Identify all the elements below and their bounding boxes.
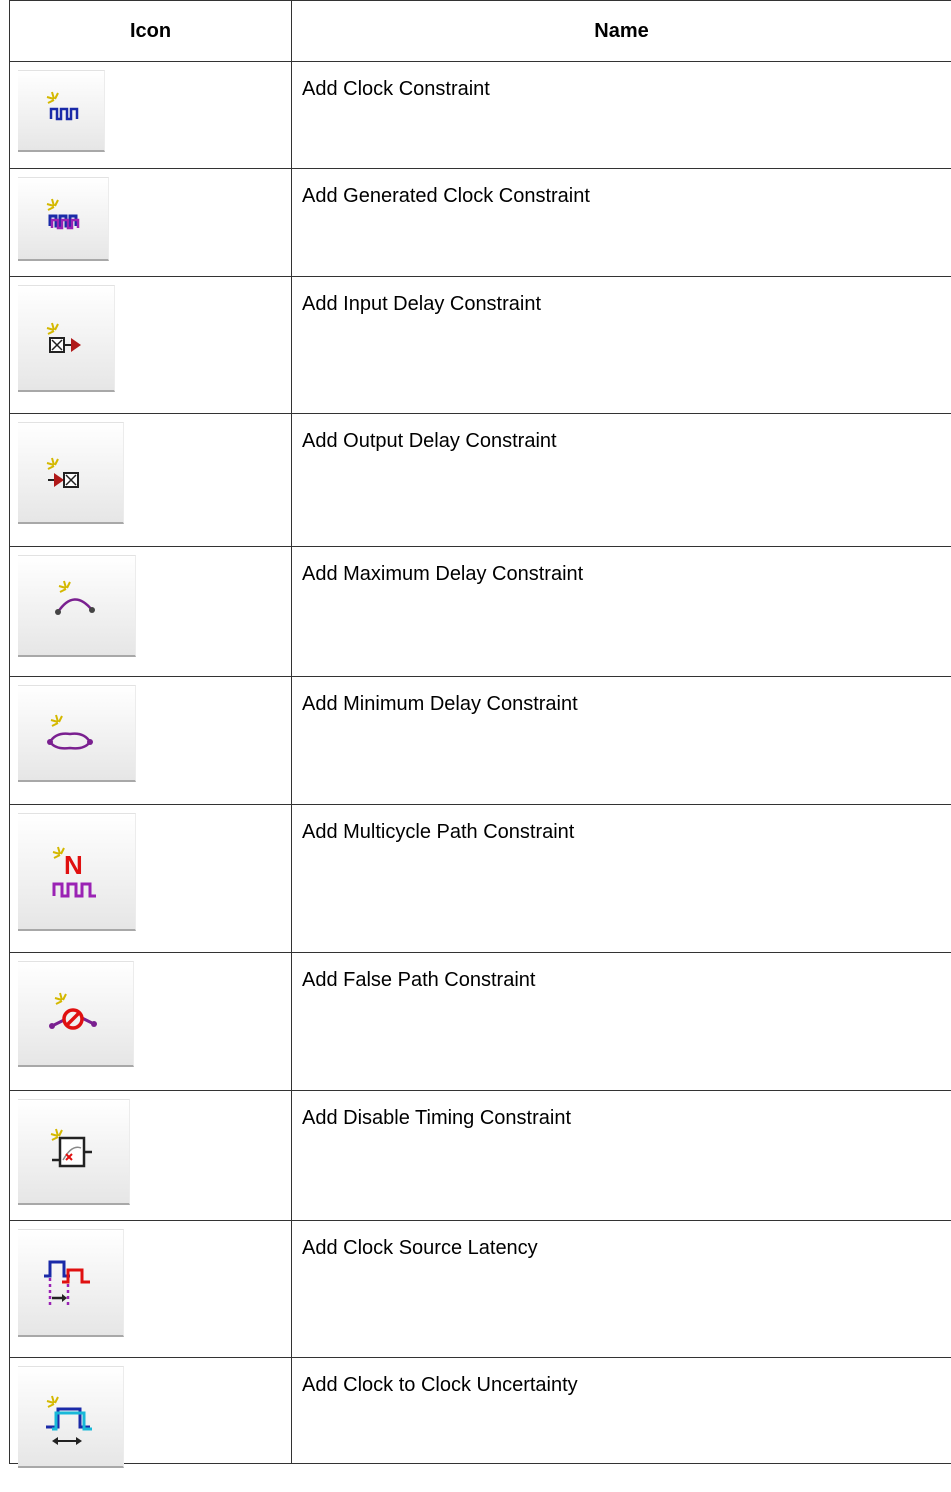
- minimum-delay-constraint-button[interactable]: [18, 685, 136, 782]
- output-delay-constraint-button[interactable]: [18, 422, 124, 524]
- table-row: Add Output Delay Constraint: [9, 413, 951, 547]
- clock-source-latency-button[interactable]: [18, 1229, 124, 1337]
- row-name: Add Clock Constraint: [291, 61, 951, 169]
- disable-timing-constraint-button[interactable]: [18, 1099, 130, 1205]
- table-row: Add Clock to Clock Uncertainty: [9, 1357, 951, 1468]
- table-row: N Add Multicycle Path Constraint: [9, 804, 951, 953]
- row-name: Add Input Delay Constraint: [291, 276, 951, 414]
- maximum-delay-icon: [55, 580, 95, 615]
- row-name: Add Output Delay Constraint: [291, 413, 951, 547]
- row-name: Add False Path Constraint: [291, 952, 951, 1091]
- icon-column-header: Icon: [9, 0, 292, 62]
- disable-timing-icon: [50, 1128, 92, 1168]
- multicycle-path-constraint-button[interactable]: N: [18, 813, 136, 931]
- input-delay-icon: [46, 322, 81, 353]
- row-name: Add Disable Timing Constraint: [291, 1090, 951, 1221]
- table-header-row: Icon Name: [9, 0, 951, 62]
- maximum-delay-constraint-button[interactable]: [18, 555, 136, 657]
- table-row: Add Minimum Delay Constraint: [9, 676, 951, 805]
- row-name: Add Minimum Delay Constraint: [291, 676, 951, 805]
- table-row: Add Clock Source Latency: [9, 1220, 951, 1358]
- table-row: Add Maximum Delay Constraint: [9, 546, 951, 677]
- clock-uncertainty-icon: [46, 1395, 92, 1445]
- clock-constraint-button[interactable]: [18, 70, 105, 152]
- table-row: Add Clock Constraint: [9, 61, 951, 169]
- svg-text:N: N: [64, 850, 83, 880]
- table-row: Add Generated Clock Constraint: [9, 168, 951, 277]
- false-path-icon: [49, 992, 97, 1030]
- clock-uncertainty-button[interactable]: [18, 1366, 124, 1468]
- minimum-delay-icon: [47, 714, 93, 750]
- input-delay-constraint-button[interactable]: [18, 285, 115, 392]
- constraint-icon-table: Icon Name Add Clock Constraint Add Gener…: [9, 0, 951, 1468]
- output-delay-icon: [46, 457, 79, 488]
- row-name: Add Multicycle Path Constraint: [291, 804, 951, 953]
- clock-source-latency-icon: [44, 1260, 90, 1306]
- multicycle-path-icon: N: [52, 846, 96, 898]
- row-name: Add Clock Source Latency: [291, 1220, 951, 1358]
- row-name: Add Clock to Clock Uncertainty: [291, 1357, 951, 1464]
- false-path-constraint-button[interactable]: [18, 961, 134, 1067]
- table-row: Add False Path Constraint: [9, 952, 951, 1091]
- row-name: Add Maximum Delay Constraint: [291, 546, 951, 677]
- generated-clock-constraint-button[interactable]: [18, 177, 109, 261]
- name-column-header: Name: [291, 0, 951, 62]
- table-row: Add Disable Timing Constraint: [9, 1090, 951, 1221]
- table-row: Add Input Delay Constraint: [9, 276, 951, 414]
- row-name: Add Generated Clock Constraint: [291, 168, 951, 277]
- clock-icon: [46, 91, 79, 121]
- generated-clock-icon: [46, 198, 80, 230]
